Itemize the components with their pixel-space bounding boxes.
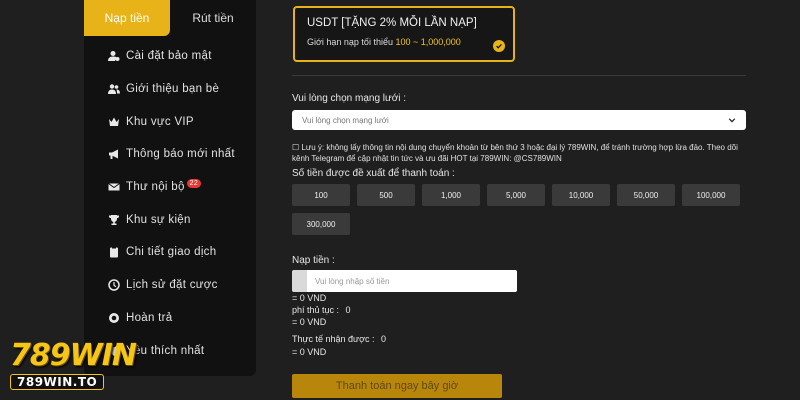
amount-option[interactable]: 100,000 [682, 184, 740, 206]
amount-option[interactable]: 500 [357, 184, 415, 206]
actual-received-row: Thực tế nhận được : 0 [292, 334, 386, 344]
sidebar-item-bet-history[interactable]: Lịch sử đặt cược [84, 269, 256, 302]
fee-label: phí thủ tục : [292, 305, 340, 315]
deposit-limit: Giới hạn nạp tối thiểu 100 ~ 1,000,000 [307, 37, 501, 47]
input-prefix [292, 270, 307, 292]
sidebar-item-security[interactable]: Cài đặt bảo mật [84, 40, 256, 73]
sidebar-item-label: Thư nội bộ [126, 181, 185, 194]
amount-option[interactable]: 10,000 [552, 184, 610, 206]
sidebar-item-label: Khu vực VIP [126, 115, 194, 128]
deposit-limit-value: 100 ~ 1,000,000 [395, 37, 461, 47]
sidebar-item-label: Khu sự kiện [126, 213, 191, 226]
envelope-icon [108, 181, 120, 193]
pay-now-button[interactable]: Thanh toán ngay bây giờ [292, 374, 502, 398]
fee-value: 0 [345, 305, 351, 315]
amount-option[interactable]: 300,000 [292, 213, 350, 235]
sidebar-item-label: Thông báo mới nhất [126, 148, 235, 161]
actual-received-converted: = 0 VND [292, 347, 327, 357]
fee-row: phí thủ tục : 0 [292, 305, 351, 315]
sidebar-item-inbox[interactable]: Thư nội bộ 22 [84, 171, 256, 204]
logo-wordmark: 789WIN [10, 338, 137, 373]
history-icon [108, 279, 120, 291]
sidebar: Nạp tiền Rút tiền Cài đặt bảo mật Giới t… [84, 0, 256, 376]
deposit-limit-label: Giới hạn nạp tối thiểu [307, 37, 393, 47]
actual-received-value: 0 [381, 334, 387, 344]
network-select-placeholder: Vui lòng chọn mạng lưới [302, 115, 389, 125]
refund-icon [108, 312, 120, 324]
sidebar-item-label: Giới thiệu bạn bè [126, 83, 220, 96]
payment-method-card[interactable]: USDT [TẶNG 2% MỖI LẦN NẠP] Giới hạn nạp … [293, 6, 515, 62]
deposit-amount-group [292, 270, 517, 292]
sidebar-item-events[interactable]: Khu sự kiện [84, 203, 256, 236]
user-gear-icon [108, 50, 120, 62]
suggested-amounts-label: Số tiền được đề xuất để thanh toán : [292, 168, 455, 179]
tab-withdraw[interactable]: Rút tiền [170, 0, 256, 36]
users-icon [108, 83, 120, 95]
tab-bar: Nạp tiền Rút tiền [84, 0, 256, 36]
deposit-amount-input[interactable] [307, 270, 517, 292]
sidebar-item-label: Cài đặt bảo mật [126, 50, 212, 63]
suggested-amounts: 100 500 1,000 5,000 10,000 50,000 100,00… [292, 184, 750, 235]
fee-converted: = 0 VND [292, 317, 327, 327]
sidebar-item-vip[interactable]: Khu vực VIP [84, 105, 256, 138]
amount-option[interactable]: 5,000 [487, 184, 545, 206]
network-label: Vui lòng chọn mạng lưới : [292, 93, 407, 104]
crown-icon [108, 116, 120, 128]
megaphone-icon [108, 148, 120, 160]
sidebar-item-news[interactable]: Thông báo mới nhất [84, 138, 256, 171]
trophy-icon [108, 214, 120, 226]
amount-option[interactable]: 1,000 [422, 184, 480, 206]
warning-note: ☐ Lưu ý: không lấy thông tin nội dung ch… [292, 143, 738, 163]
sidebar-item-label: Yêu thích nhất [126, 344, 205, 357]
selected-check-icon [493, 40, 505, 52]
logo-domain: 789WIN.TO [10, 374, 105, 390]
sidebar-menu: Cài đặt bảo mật Giới thiệu bạn bè Khu vự… [84, 36, 256, 367]
chevron-down-icon [728, 118, 736, 123]
converted-amount: = 0 VND [292, 293, 327, 303]
amount-option[interactable]: 100 [292, 184, 350, 206]
sidebar-item-label: Chi tiết giao dịch [126, 246, 217, 259]
sidebar-item-refund[interactable]: Hoàn trả [84, 302, 256, 335]
sidebar-item-transactions[interactable]: Chi tiết giao dịch [84, 236, 256, 269]
divider [292, 75, 746, 76]
deposit-amount-label: Nạp tiền : [292, 255, 335, 266]
deposit-page: Nạp tiền Rút tiền Cài đặt bảo mật Giới t… [0, 0, 800, 400]
payment-method-title: USDT [TẶNG 2% MỖI LẦN NẠP] [307, 17, 477, 29]
sidebar-item-label: Hoàn trả [126, 311, 173, 324]
network-select[interactable]: Vui lòng chọn mạng lưới [292, 110, 746, 130]
clipboard-icon [108, 246, 120, 258]
amount-option[interactable]: 50,000 [617, 184, 675, 206]
unread-count-badge: 22 [186, 178, 202, 188]
sidebar-item-label: Lịch sử đặt cược [126, 279, 218, 292]
actual-received-label: Thực tế nhận được : [292, 334, 375, 344]
brand-logo: 789WIN 789WIN.TO [10, 338, 137, 398]
tab-deposit[interactable]: Nạp tiền [84, 0, 170, 36]
sidebar-item-referral[interactable]: Giới thiệu bạn bè [84, 73, 256, 106]
